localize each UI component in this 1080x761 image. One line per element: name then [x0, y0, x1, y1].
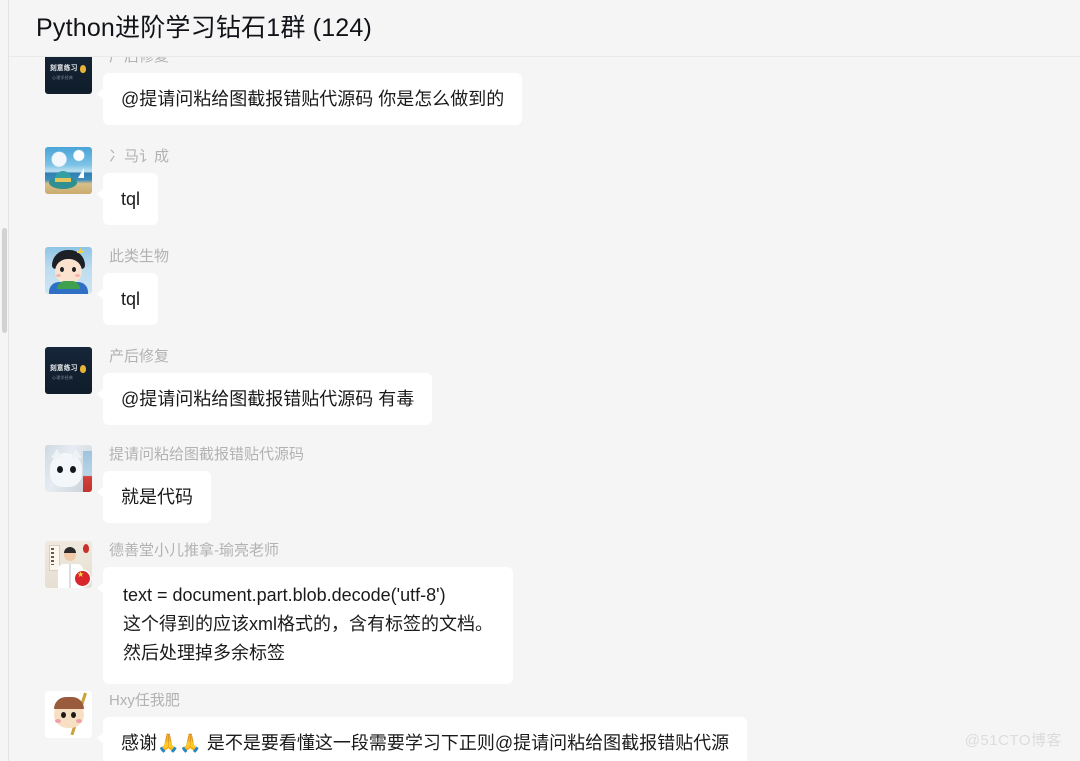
avatar-art-subtext: 心理学经典 — [52, 75, 73, 80]
avatar-art-eye-left — [57, 466, 63, 473]
avatar[interactable] — [45, 445, 92, 492]
chat-header: Python进阶学习钻石1群 (124) — [9, 0, 1080, 57]
avatar-art-eye-left — [61, 712, 66, 718]
avatar-art-eye-right — [71, 712, 76, 718]
message-column: 德善堂小儿推拿-瑜亮老师 text = document.part.blob.d… — [97, 541, 513, 684]
message-bubble[interactable]: 感谢🙏🙏 是不是要看懂这一段需要学习下正则@提请问粘给图截报错贴代源 — [96, 717, 748, 761]
avatar-badge-icon — [75, 570, 90, 586]
message-row: 德善堂小儿推拿-瑜亮老师 text = document.part.blob.d… — [9, 541, 1080, 684]
message-column: Hxy任我肥 感谢🙏🙏 是不是要看懂这一段需要学习下正则@提请问粘给图截报错贴代… — [96, 691, 748, 761]
avatar[interactable]: 刻意练习 心理学经典 — [45, 57, 92, 94]
avatar-art-scroll-ink — [51, 548, 54, 565]
sender-name: 产后修复 — [109, 57, 169, 67]
message-column: 产后修复 @提请问粘给图截报错贴代源码 你是怎么做到的 — [96, 57, 523, 125]
avatar-art-hair — [64, 547, 76, 553]
message-row: 刻意练习 心理学经典 产后修复 @提请问粘给图截报错贴代源码 有毒 — [9, 347, 1080, 425]
avatar-art-eye-right — [70, 466, 76, 473]
chat-window: Python进阶学习钻石1群 (124) 刻意练习 心理学经典 产后修复 @提请… — [0, 0, 1080, 761]
scrollbar-thumb[interactable] — [2, 228, 7, 333]
avatar-art-cheek-left — [56, 274, 61, 277]
avatar-art-subtext: 心理学经典 — [52, 375, 73, 380]
avatar-art-accent — [80, 65, 86, 73]
avatar-art-collar — [57, 281, 80, 289]
message-bubble[interactable]: tql — [96, 273, 159, 325]
message-bubble[interactable]: tql — [96, 173, 159, 225]
message-row: 此类生物 tql — [9, 247, 1080, 325]
avatar-art-text: 刻意练习 — [50, 65, 78, 72]
message-bubble[interactable]: @提请问粘给图截报错贴代源码 有毒 — [96, 373, 433, 425]
avatar-art-ear-right — [70, 449, 82, 458]
message-row: 刻意练习 心理学经典 产后修复 @提请问粘给图截报错贴代源码 你是怎么做到的 — [9, 57, 1080, 125]
message-bubble[interactable]: @提请问粘给图截报错贴代源码 你是怎么做到的 — [96, 73, 523, 125]
message-column: 此类生物 tql — [96, 247, 170, 325]
avatar-art-cheek-right — [75, 274, 80, 277]
avatar[interactable] — [45, 541, 92, 588]
sender-name: 此类生物 — [109, 248, 170, 265]
avatar-art-eye-left — [60, 267, 64, 272]
avatar-art-text: 刻意练习 — [50, 365, 78, 372]
avatar-art-redmark — [83, 544, 89, 553]
avatar-art-cheek-right — [76, 719, 82, 723]
avatar-art-cap — [54, 697, 84, 709]
avatar-art-eye-right — [72, 267, 76, 272]
message-row: 冫马讠成 tql — [9, 147, 1080, 225]
avatar-art-sail — [78, 168, 84, 178]
window-left-rail — [0, 0, 9, 761]
message-bubble[interactable]: text = document.part.blob.decode('utf-8'… — [97, 567, 513, 684]
avatar[interactable] — [45, 691, 92, 738]
message-bubble[interactable]: 就是代码 — [97, 471, 211, 523]
sender-name: 提请问粘给图截报错贴代源码 — [109, 446, 305, 463]
avatar-art-body — [50, 453, 82, 487]
message-row: 提请问粘给图截报错贴代源码 就是代码 — [9, 445, 1080, 523]
avatar-art-face — [55, 259, 82, 283]
message-column: 产后修复 @提请问粘给图截报错贴代源码 有毒 — [96, 347, 433, 425]
sender-name: 冫马讠成 — [109, 148, 170, 165]
avatar-art-bottle — [83, 451, 92, 492]
watermark: @51CTO博客 — [964, 732, 1062, 749]
avatar[interactable] — [45, 247, 92, 294]
avatar[interactable]: 刻意练习 心理学经典 — [45, 347, 92, 394]
avatar-art-accent — [80, 365, 86, 373]
avatar-art-hat-band — [55, 178, 71, 182]
page-title: Python进阶学习钻石1群 (124) — [36, 14, 373, 42]
avatar-art-ear-left — [51, 449, 63, 458]
sender-name: 产后修复 — [109, 348, 170, 365]
avatar-art-crown — [77, 248, 84, 253]
avatar-art-cheek-left — [55, 719, 61, 723]
sender-name: Hxy任我肥 — [109, 692, 180, 709]
sender-name: 德善堂小儿推拿-瑜亮老师 — [109, 542, 279, 559]
avatar[interactable] — [45, 147, 92, 194]
message-column: 冫马讠成 tql — [96, 147, 170, 225]
message-list[interactable]: 刻意练习 心理学经典 产后修复 @提请问粘给图截报错贴代源码 你是怎么做到的 冫… — [9, 57, 1080, 761]
message-row: Hxy任我肥 感谢🙏🙏 是不是要看懂这一段需要学习下正则@提请问粘给图截报错贴代… — [9, 691, 1080, 761]
message-column: 提请问粘给图截报错贴代源码 就是代码 — [97, 445, 305, 523]
